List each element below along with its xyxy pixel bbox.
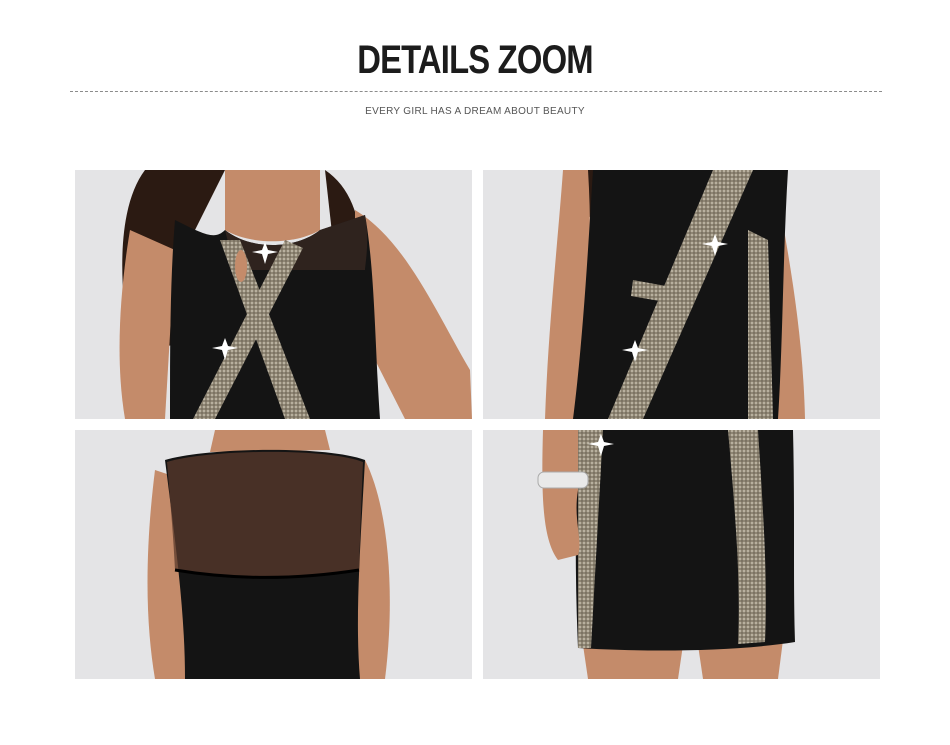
page-subtitle: EVERY GIRL HAS A DREAM ABOUT BEAUTY [365,106,585,117]
side-waist-image [483,170,880,419]
dashed-divider [70,91,882,92]
detail-photo-back-mesh [75,430,472,679]
detail-photo-front-neckline [75,170,472,419]
skirt-hem-image [483,430,880,679]
back-mesh-image [75,430,472,679]
front-neckline-image [75,170,472,419]
page-title: DETAILS ZOOM [357,38,593,82]
detail-photo-skirt-hem [483,430,880,679]
detail-photo-side-waist [483,170,880,419]
